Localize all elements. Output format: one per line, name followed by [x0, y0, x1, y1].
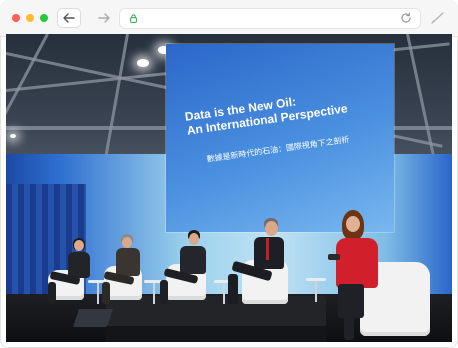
- projection-screen: Data is the New Oil: An International Pe…: [166, 44, 394, 232]
- stage-monitor: [73, 309, 113, 327]
- panelist: [160, 230, 210, 308]
- ceiling-light: [137, 59, 149, 67]
- close-window-button[interactable]: [12, 14, 20, 22]
- arrow-right-icon: [98, 13, 110, 23]
- minimize-window-button[interactable]: [26, 14, 34, 22]
- reload-icon[interactable]: [400, 12, 412, 24]
- arrow-left-icon: [63, 13, 75, 23]
- pen-icon[interactable]: [430, 11, 446, 25]
- browser-toolbar: [0, 0, 458, 37]
- panelist: [226, 218, 286, 308]
- screen-chinese-title: 數據是新時代的石油：國際視角下之剖析: [206, 134, 350, 164]
- address-bar[interactable]: [120, 9, 420, 28]
- lock-icon: [130, 14, 137, 23]
- browser-window: Data is the New Oil: An International Pe…: [0, 0, 458, 348]
- panelist: [318, 210, 384, 342]
- conference-photo: Data is the New Oil: An International Pe…: [6, 34, 452, 342]
- forward-button[interactable]: [93, 9, 115, 27]
- ceiling-light: [10, 134, 16, 138]
- panelist: [102, 234, 144, 308]
- panelist: [48, 238, 90, 308]
- zoom-window-button[interactable]: [40, 14, 48, 22]
- foreground-shadow: [106, 326, 326, 342]
- back-button[interactable]: [58, 9, 80, 27]
